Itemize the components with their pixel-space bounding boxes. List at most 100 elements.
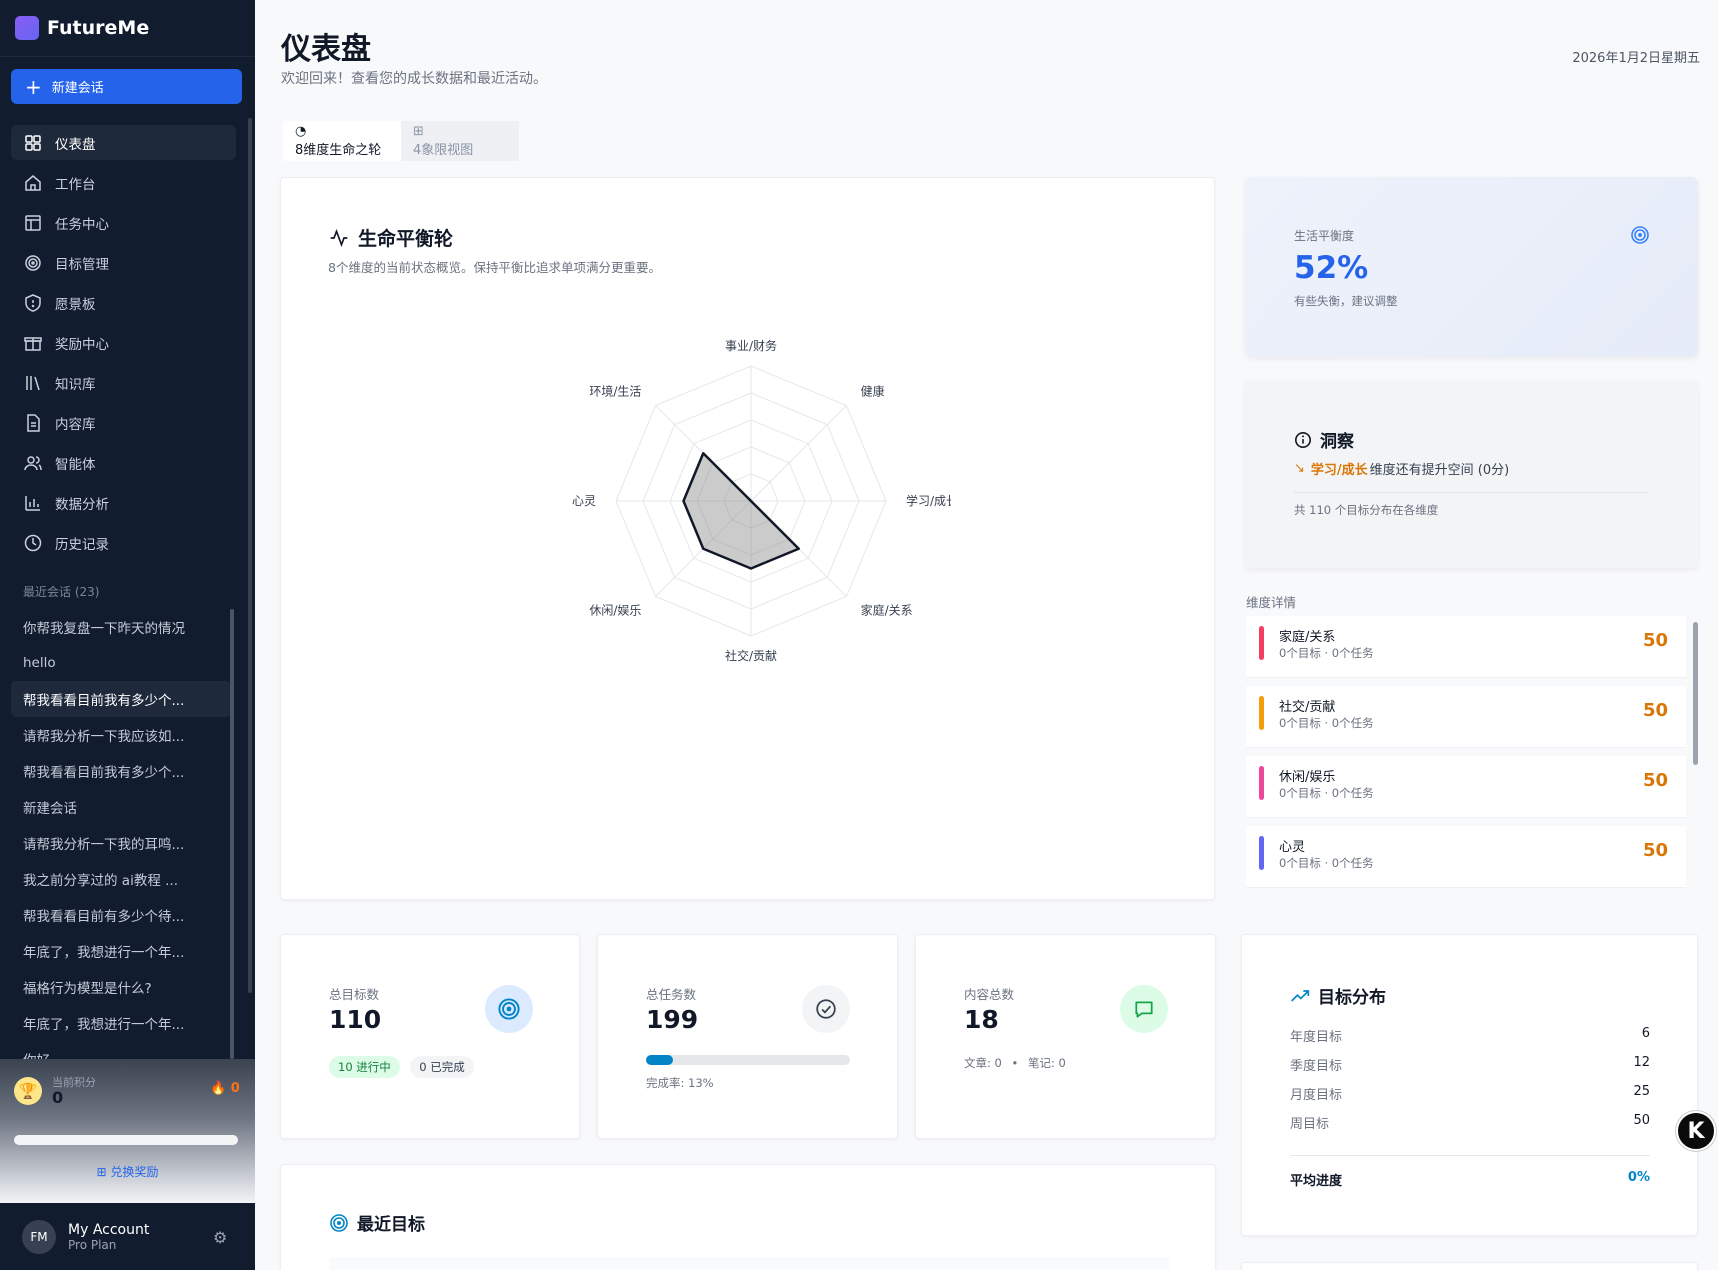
gift-icon: ⊞ bbox=[96, 1165, 107, 1179]
dimension-color-bar bbox=[1259, 766, 1264, 800]
articles-count: 文章: 0 bbox=[964, 1056, 1002, 1070]
avatar: FM bbox=[22, 1219, 56, 1254]
recent-chat-item[interactable]: 新建会话 bbox=[11, 789, 231, 825]
tab-life-wheel[interactable]: ◔ 8维度生命之轮 bbox=[283, 121, 401, 161]
goal-distribution-row: 月度目标 25 bbox=[1290, 1084, 1650, 1103]
radar-axis-label: 社交/贡献 bbox=[725, 648, 777, 663]
radar-axis-label: 环境/生活 bbox=[589, 383, 641, 398]
redeem-button[interactable]: ⊞ 兑换奖励 bbox=[0, 1163, 255, 1180]
streak-value: 0 bbox=[230, 1081, 240, 1096]
sidebar-item-9[interactable]: 数据分析 bbox=[11, 485, 236, 520]
goal-distribution-row: 季度目标 12 bbox=[1290, 1055, 1650, 1074]
recent-chat-item[interactable]: 请帮我分析一下我应该如... bbox=[11, 717, 231, 753]
activity-icon bbox=[330, 228, 348, 247]
goal-distribution-row: 年度目标 6 bbox=[1290, 1026, 1650, 1045]
recent-chat-item[interactable]: 帮我看看目前我有多少个... bbox=[11, 681, 231, 717]
recent-chats-list: 你帮我复盘一下昨天的情况 hello 帮我看看目前我有多少个... 请帮我分析一下我应… bbox=[11, 609, 231, 1059]
users-icon bbox=[24, 455, 42, 470]
target-icon bbox=[25, 254, 41, 271]
recent-chat-item[interactable]: 年底了，我想进行一个年... bbox=[11, 933, 231, 969]
recent-chat-item[interactable]: 福格行为模型是什么? bbox=[11, 969, 231, 1005]
recent-chat-item[interactable]: 我之前分享过的 ai教程 ... bbox=[11, 861, 231, 897]
life-wheel-radar-chart: 事业/财务健康学习/成长家庭/关系社交/贡献 休闲/娱乐 心灵 环境/生活 bbox=[572, 338, 951, 663]
points-progress bbox=[14, 1135, 238, 1145]
life-wheel-title-text: 生命平衡轮 bbox=[358, 228, 454, 250]
sidebar-item-label: 任务中心 bbox=[55, 216, 109, 233]
points-panel: 🏆 当前积分 0 🔥 0 ⊞ 兑换奖励 bbox=[0, 1059, 255, 1203]
dimension-color-bar bbox=[1259, 626, 1264, 660]
quadrant-icon: ⊞ bbox=[413, 124, 424, 139]
sidebar-item-6[interactable]: 知识库 bbox=[11, 365, 236, 400]
file-icon bbox=[27, 413, 40, 432]
sidebar-scrollbar[interactable] bbox=[248, 118, 252, 993]
target-icon bbox=[330, 1213, 348, 1232]
dimension-item[interactable]: 心灵 0个目标 · 0个任务 50 bbox=[1246, 826, 1686, 888]
recent-chat-item[interactable]: 年底了，我想进行一个年... bbox=[11, 1005, 231, 1041]
balance-label: 生活平衡度 bbox=[1294, 229, 1355, 243]
sidebar-item-2[interactable]: 任务中心 bbox=[11, 205, 236, 240]
radar-axis-label: 事业/财务 bbox=[725, 338, 777, 353]
recent-goal-item[interactable] bbox=[329, 1257, 1169, 1270]
sidebar-item-7[interactable]: 内容库 bbox=[11, 405, 236, 440]
goal-distribution-title: 目标分布 bbox=[1290, 983, 1386, 1008]
task-progress-track bbox=[646, 1055, 850, 1065]
total-tasks-label: 总任务数 bbox=[646, 987, 697, 1002]
trophy-icon: 🏆 bbox=[14, 1077, 42, 1105]
sidebar-item-1[interactable]: 工作台 bbox=[11, 165, 236, 200]
sidebar-item-4[interactable]: 愿景板 bbox=[11, 285, 236, 320]
page-title: 仪表盘 bbox=[281, 32, 371, 67]
sidebar-item-0[interactable]: 仪表盘 bbox=[11, 125, 236, 160]
card-below bbox=[1241, 1262, 1698, 1270]
sidebar-item-5[interactable]: 奖励中心 bbox=[11, 325, 236, 360]
message-icon bbox=[1120, 985, 1168, 1033]
recent-chat-item[interactable]: hello bbox=[11, 645, 231, 681]
bar-chart-icon bbox=[25, 495, 40, 511]
sidebar-item-label: 智能体 bbox=[55, 456, 96, 473]
dimension-score: 50 bbox=[1642, 630, 1668, 651]
sidebar-item-label: 历史记录 bbox=[55, 536, 109, 553]
sidebar-item-label: 愿景板 bbox=[55, 296, 96, 313]
recent-chat-item[interactable]: 帮我看看目前有多少个待... bbox=[11, 897, 231, 933]
new-chat-button[interactable]: + 新建会话 bbox=[11, 69, 242, 104]
recent-scrollbar[interactable] bbox=[230, 609, 234, 1059]
account-plan: Pro Plan bbox=[68, 1237, 117, 1252]
floating-assistant-button[interactable]: K bbox=[1676, 1111, 1716, 1151]
dimension-color-bar bbox=[1259, 836, 1264, 870]
sidebar-item-label: 工作台 bbox=[55, 176, 96, 193]
dimension-name: 家庭/关系 bbox=[1279, 630, 1336, 645]
gear-icon[interactable]: ⚙ bbox=[213, 1228, 227, 1247]
radar-axis-label: 健康 bbox=[861, 383, 885, 398]
recent-chat-item[interactable]: 你帮我复盘一下昨天的情况 bbox=[11, 609, 231, 645]
total-goals-label: 总目标数 bbox=[329, 987, 380, 1002]
tab-life-wheel-label: 8维度生命之轮 bbox=[295, 143, 382, 158]
account-panel[interactable]: FM My Account Pro Plan ⚙ bbox=[0, 1203, 255, 1270]
sidebar-item-label: 数据分析 bbox=[55, 496, 109, 513]
tab-quadrant[interactable]: ⊞ 4象限视图 bbox=[401, 121, 519, 161]
dimension-item[interactable]: 休闲/娱乐 0个目标 · 0个任务 50 bbox=[1246, 756, 1686, 818]
average-progress-value: 0% bbox=[1627, 1170, 1650, 1185]
goal-type-count: 25 bbox=[1633, 1084, 1650, 1099]
life-wheel-title: 生命平衡轮 bbox=[328, 224, 453, 251]
recent-chat-item[interactable]: 你好 bbox=[11, 1041, 231, 1059]
content-breakdown: 文章: 0 • 笔记: 0 bbox=[964, 1056, 1066, 1070]
sidebar-item-8[interactable]: 智能体 bbox=[11, 445, 236, 480]
sidebar-item-3[interactable]: 目标管理 bbox=[11, 245, 236, 280]
dimension-meta: 0个目标 · 0个任务 bbox=[1279, 786, 1374, 800]
sidebar-item-10[interactable]: 历史记录 bbox=[11, 525, 236, 560]
in-progress-badge: 10 进行中 bbox=[329, 1056, 400, 1078]
redeem-label: 兑换奖励 bbox=[110, 1165, 159, 1179]
dimension-item[interactable]: 社交/贡献 0个目标 · 0个任务 50 bbox=[1246, 686, 1686, 748]
total-tasks-value: 199 bbox=[646, 1005, 699, 1034]
brand[interactable]: FutureMe bbox=[0, 0, 255, 57]
recent-chat-item[interactable]: 帮我看看目前我有多少个... bbox=[11, 753, 231, 789]
clock-icon bbox=[24, 534, 42, 551]
dimension-scrollbar[interactable] bbox=[1693, 622, 1698, 765]
dimension-item[interactable]: 家庭/关系 0个目标 · 0个任务 50 bbox=[1246, 616, 1686, 678]
recent-chat-item[interactable]: 请帮我分析一下我的耳鸣... bbox=[11, 825, 231, 861]
trending-up-icon bbox=[1291, 989, 1310, 1002]
account-name: My Account bbox=[68, 1221, 150, 1238]
view-tabs: ◔ 8维度生命之轮 ⊞ 4象限视图 bbox=[283, 121, 519, 161]
app-name: FutureMe bbox=[47, 17, 150, 39]
divider bbox=[1294, 492, 1648, 493]
insight-title-text: 洞察 bbox=[1320, 432, 1354, 452]
